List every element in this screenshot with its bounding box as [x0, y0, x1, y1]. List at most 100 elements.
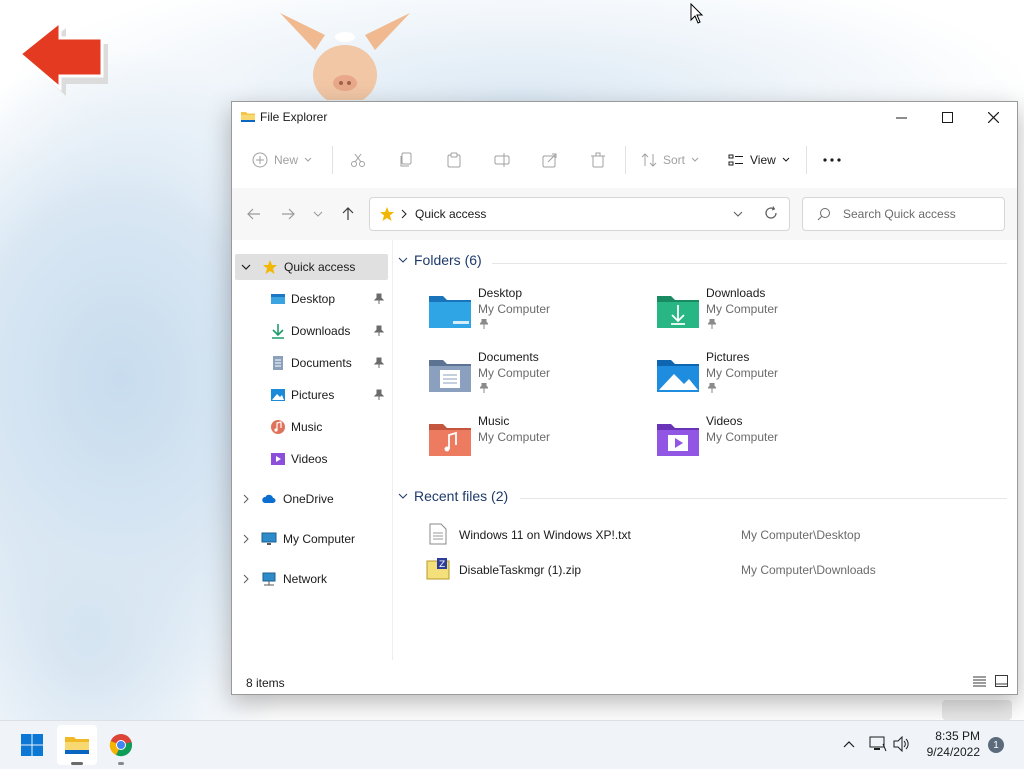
folder-name: Downloads — [706, 286, 766, 300]
volume-icon[interactable] — [893, 736, 911, 752]
command-bar: New Sort View — [232, 132, 1017, 189]
chevron-down-icon — [398, 493, 408, 499]
nav-item-music[interactable]: Music — [232, 414, 390, 440]
nav-item-label: Desktop — [291, 292, 336, 306]
nav-item-desktop[interactable]: Desktop — [232, 286, 390, 312]
folder-tile-documents[interactable]: Documents My Computer — [428, 350, 648, 406]
nav-onedrive[interactable]: OneDrive — [232, 486, 390, 512]
nav-item-videos[interactable]: Videos — [232, 446, 390, 472]
chevron-right-icon[interactable] — [243, 494, 249, 504]
chevron-down-icon[interactable] — [241, 263, 251, 271]
recent-files-section-header[interactable]: Recent files (2) — [398, 488, 508, 504]
chevron-down-icon — [304, 157, 312, 162]
folder-name: Videos — [706, 414, 743, 428]
refresh-icon[interactable] — [764, 206, 778, 220]
folders-section-header[interactable]: Folders (6) — [398, 252, 482, 268]
share-button[interactable] — [542, 146, 558, 174]
close-button[interactable] — [970, 102, 1016, 132]
details-view-icon[interactable] — [973, 676, 986, 687]
title-bar[interactable]: File Explorer — [232, 102, 1017, 132]
sort-button[interactable]: Sort — [641, 146, 699, 174]
pin-icon[interactable] — [374, 389, 384, 401]
folder-tile-music[interactable]: Music My Computer — [428, 414, 648, 470]
folder-tile-desktop[interactable]: Desktop My Computer — [428, 286, 648, 342]
nav-item-documents[interactable]: Documents — [232, 350, 390, 376]
more-options-button[interactable] — [822, 146, 842, 174]
minimize-button[interactable] — [878, 102, 924, 132]
item-count: 8 items — [246, 676, 285, 690]
recent-file-row[interactable]: Z DisableTaskmgr (1).zip My Computer\Dow… — [392, 555, 1017, 585]
file-explorer-window: File Explorer New Sort View Quick access… — [231, 101, 1018, 695]
clock-date[interactable]: 9/24/2022 — [918, 745, 980, 759]
delete-button[interactable] — [590, 146, 606, 174]
maximize-icon — [941, 111, 953, 123]
folder-location: My Computer — [478, 302, 551, 316]
nav-my-computer[interactable]: My Computer — [232, 526, 390, 552]
sort-label: Sort — [663, 153, 686, 167]
up-arrow-icon[interactable] — [340, 206, 356, 222]
document-icon — [273, 356, 283, 370]
nav-item-downloads[interactable]: Downloads — [232, 318, 390, 344]
chevron-right-icon[interactable] — [243, 534, 249, 544]
section-divider — [492, 263, 1007, 264]
nav-item-label: Pictures — [291, 388, 335, 402]
search-box[interactable]: Search Quick access — [802, 197, 1005, 231]
pin-icon — [480, 319, 488, 329]
start-button[interactable] — [12, 725, 52, 765]
chevron-down-icon — [782, 157, 790, 162]
large-icons-view-icon[interactable] — [995, 675, 1008, 687]
nav-onedrive-label: OneDrive — [283, 492, 334, 506]
pin-icon[interactable] — [374, 325, 384, 337]
notification-badge[interactable]: 1 — [988, 737, 1004, 753]
maximize-button[interactable] — [924, 102, 970, 132]
nav-my-computer-label: My Computer — [283, 532, 356, 546]
folder-icon — [241, 112, 255, 122]
downloads-folder-icon — [657, 296, 699, 328]
nav-network[interactable]: Network — [232, 566, 390, 592]
address-bar[interactable]: Quick access — [369, 197, 790, 231]
nav-item-pictures[interactable]: Pictures — [232, 382, 390, 408]
view-button[interactable]: View — [728, 146, 790, 174]
folder-tile-downloads[interactable]: Downloads My Computer — [656, 286, 876, 342]
chevron-right-icon[interactable] — [243, 574, 249, 584]
nav-quick-access[interactable]: Quick access — [235, 254, 388, 280]
folder-tile-pictures[interactable]: Pictures My Computer — [656, 350, 876, 406]
share-icon — [542, 153, 557, 168]
nav-item-label: Documents — [291, 356, 352, 370]
taskbar-chrome[interactable] — [101, 725, 141, 765]
search-placeholder: Search Quick access — [843, 207, 956, 221]
windows-logo-icon — [21, 734, 43, 756]
paste-button[interactable] — [446, 146, 462, 174]
recent-locations-chevron-icon[interactable] — [313, 206, 323, 222]
copy-icon — [400, 152, 412, 167]
taskbar-file-explorer[interactable] — [57, 725, 97, 765]
forward-arrow-icon[interactable] — [280, 206, 296, 222]
red-arrow-icon[interactable] — [18, 18, 110, 98]
clock-time[interactable]: 8:35 PM — [918, 729, 980, 743]
view-label: View — [750, 153, 776, 167]
recent-file-row[interactable]: Windows 11 on Windows XP!.txt My Compute… — [392, 520, 1017, 550]
taskbar: 8:35 PM 9/24/2022 1 — [0, 720, 1024, 769]
back-arrow-icon[interactable] — [246, 206, 262, 222]
pictures-folder-icon — [657, 360, 699, 392]
music-folder-icon — [429, 424, 471, 456]
chevron-up-icon[interactable] — [843, 740, 855, 748]
toolbar-separator — [332, 146, 333, 174]
rename-button[interactable] — [494, 146, 510, 174]
pin-icon[interactable] — [374, 357, 384, 369]
address-location: Quick access — [415, 207, 487, 221]
videos-folder-icon — [657, 424, 699, 456]
copy-button[interactable] — [398, 146, 414, 174]
music-note-icon — [271, 420, 285, 434]
trash-icon — [591, 152, 605, 168]
new-button[interactable]: New — [252, 146, 312, 174]
folder-location: My Computer — [706, 430, 779, 444]
navigation-pane: Quick access Desktop Downloads Documents… — [232, 240, 393, 660]
clipboard-icon — [447, 152, 461, 168]
network-status-icon[interactable] — [869, 736, 887, 752]
pin-icon[interactable] — [374, 293, 384, 305]
chevron-down-icon[interactable] — [733, 210, 743, 218]
cut-button[interactable] — [350, 146, 366, 174]
folder-tile-videos[interactable]: Videos My Computer — [656, 414, 876, 470]
documents-folder-icon — [429, 360, 471, 392]
